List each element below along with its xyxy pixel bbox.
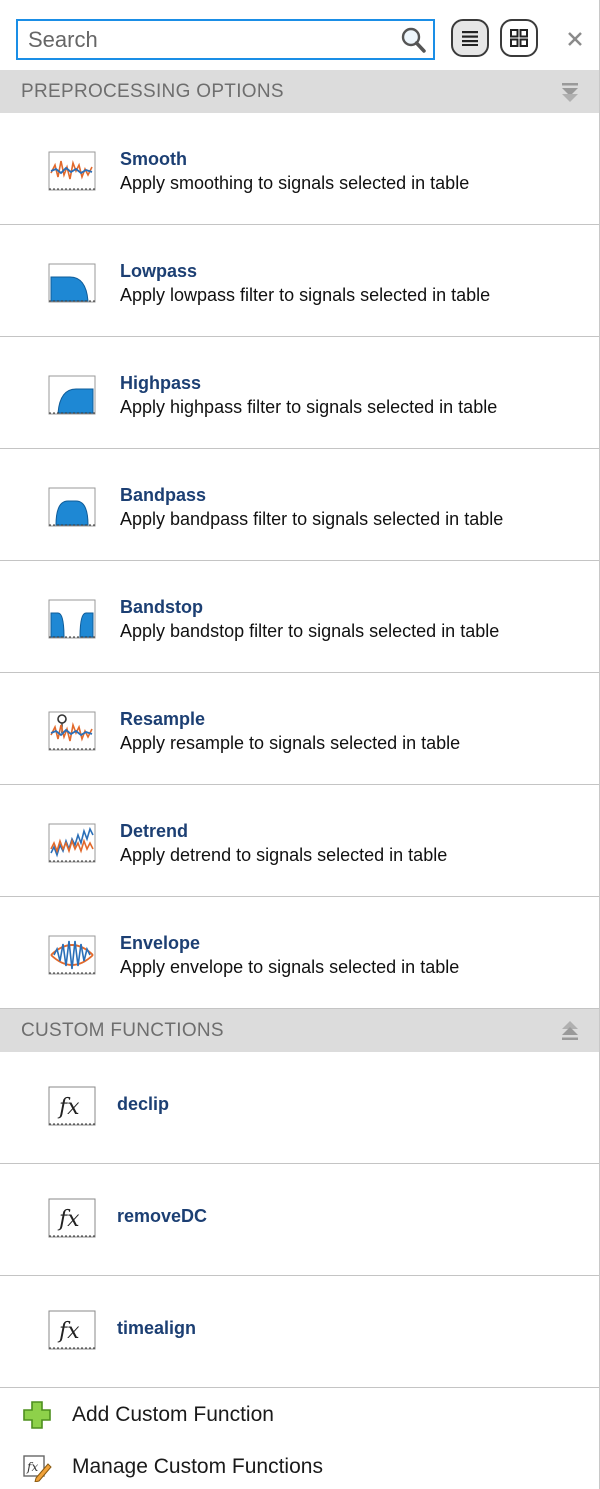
option-description: Apply bandstop filter to signals selecte… [120, 621, 500, 641]
manage-fx-edit-icon: fx [23, 1455, 52, 1482]
toolbar [0, 0, 599, 70]
manage-custom-functions-label: Manage Custom Functions [72, 1455, 323, 1478]
option-description: Apply bandpass filter to signals selecte… [120, 509, 504, 529]
option-description: Apply lowpass filter to signals selected… [120, 285, 491, 305]
option-title: Lowpass [120, 261, 198, 281]
function-name: timealign [117, 1318, 197, 1338]
search-box[interactable] [16, 19, 435, 60]
option-envelope[interactable]: Envelope Apply envelope to signals selec… [0, 897, 599, 1009]
option-detrend[interactable]: Detrend Apply detrend to signals selecte… [0, 785, 599, 897]
custom-function-timealign[interactable]: fx timealign [0, 1276, 599, 1388]
option-title: Envelope [120, 933, 201, 953]
function-name: removeDC [117, 1206, 208, 1226]
add-custom-function-label: Add Custom Function [72, 1403, 274, 1426]
add-custom-function-button[interactable]: Add Custom Function [0, 1391, 598, 1437]
option-title: Smooth [120, 149, 187, 169]
option-description: Apply detrend to signals selected in tab… [120, 845, 448, 865]
option-description: Apply resample to signals selected in ta… [120, 733, 461, 753]
custom-functions-section-header[interactable]: CUSTOM FUNCTIONS [0, 1009, 599, 1052]
option-title: Detrend [120, 821, 189, 841]
section-title: CUSTOM FUNCTIONS [21, 1020, 224, 1041]
bandstop-icon [48, 599, 96, 639]
svg-text:fx: fx [57, 1095, 80, 1120]
smooth-icon [48, 151, 96, 191]
resample-icon [48, 711, 96, 751]
option-title: Bandpass [120, 485, 207, 505]
add-plus-icon [23, 1401, 51, 1429]
option-resample[interactable]: Resample Apply resample to signals selec… [0, 673, 599, 785]
option-highpass[interactable]: Highpass Apply highpass filter to signal… [0, 337, 599, 449]
manage-custom-functions-button[interactable]: fx Manage Custom Functions [0, 1443, 598, 1489]
custom-function-declip[interactable]: fx declip [0, 1052, 599, 1164]
option-title: Highpass [120, 373, 202, 393]
collapse-up-icon[interactable] [561, 1021, 579, 1041]
option-bandpass[interactable]: Bandpass Apply bandpass filter to signal… [0, 449, 599, 561]
option-bandstop[interactable]: Bandstop Apply bandstop filter to signal… [0, 561, 599, 673]
list-view-button[interactable] [451, 19, 489, 57]
option-description: Apply envelope to signals selected in ta… [120, 957, 460, 977]
svg-text:fx: fx [57, 1207, 80, 1232]
function-name: declip [117, 1094, 170, 1114]
option-title: Bandstop [120, 597, 203, 617]
collapse-down-icon[interactable] [561, 82, 579, 102]
lowpass-icon [48, 263, 96, 303]
list-view-icon [462, 31, 478, 46]
option-lowpass[interactable]: Lowpass Apply lowpass filter to signals … [0, 225, 599, 337]
svg-text:fx: fx [57, 1319, 80, 1344]
detrend-icon [48, 823, 96, 863]
preprocessing-section-header[interactable]: PREPROCESSING OPTIONS [0, 70, 599, 113]
fx-icon: fx [48, 1086, 96, 1126]
preprocessing-gallery-panel: PREPROCESSING OPTIONS Smooth Apply smoot… [0, 0, 600, 1489]
custom-function-removedc[interactable]: fx removeDC [0, 1164, 599, 1276]
section-title: PREPROCESSING OPTIONS [21, 81, 284, 102]
search-icon[interactable] [399, 26, 427, 54]
svg-text:fx: fx [26, 1460, 38, 1474]
close-icon[interactable] [562, 26, 588, 52]
option-description: Apply highpass filter to signals selecte… [120, 397, 498, 417]
envelope-icon [48, 935, 96, 975]
fx-icon: fx [48, 1310, 96, 1350]
option-smooth[interactable]: Smooth Apply smoothing to signals select… [0, 113, 599, 225]
bandpass-icon [48, 487, 96, 527]
highpass-icon [48, 375, 96, 415]
search-input[interactable] [18, 21, 400, 58]
option-description: Apply smoothing to signals selected in t… [120, 173, 470, 193]
fx-icon: fx [48, 1198, 96, 1238]
grid-view-button[interactable] [500, 19, 538, 57]
grid-view-icon [510, 29, 528, 47]
option-title: Resample [120, 709, 206, 729]
